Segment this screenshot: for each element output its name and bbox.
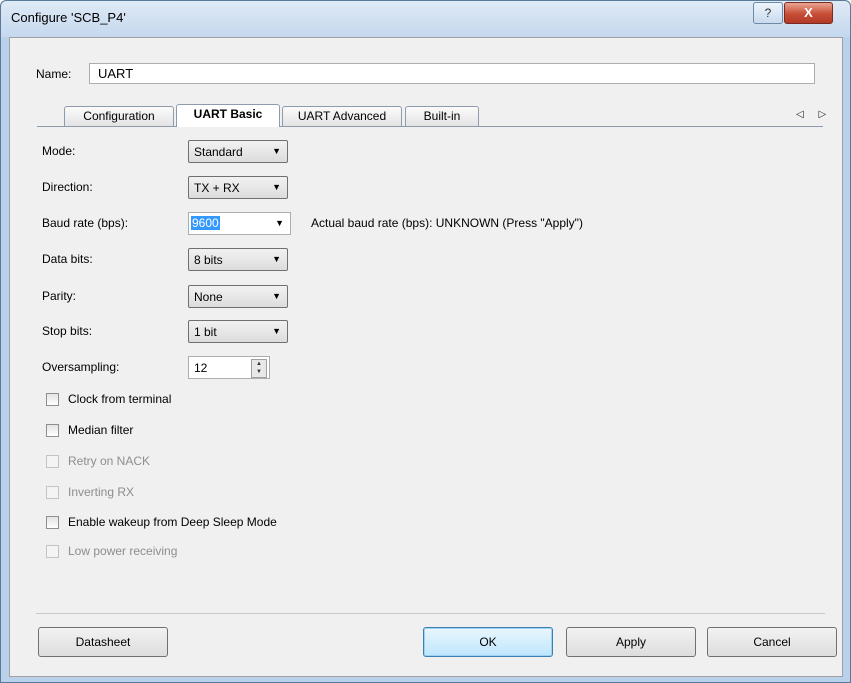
help-button[interactable]: ? [753,2,783,24]
baud-rate-value: 9600 [191,216,220,230]
data-bits-value: 8 bits [194,253,223,267]
actual-baud-rate-text: Actual baud rate (bps): UNKNOWN (Press "… [311,216,583,230]
stop-bits-value: 1 bit [194,325,217,339]
parity-dropdown[interactable]: None ▼ [188,285,288,308]
chevron-down-icon: ▼ [272,146,281,156]
checkbox-label: Enable wakeup from Deep Sleep Mode [68,515,277,529]
close-button[interactable]: X [784,2,833,24]
tab-configuration[interactable]: Configuration [64,106,174,126]
direction-label: Direction: [42,180,93,194]
direction-value: TX + RX [194,181,240,195]
checkbox-box [46,455,59,468]
window-title: Configure 'SCB_P4' [11,10,126,25]
tab-uart-advanced[interactable]: UART Advanced [282,106,402,126]
name-input[interactable]: UART [89,63,815,84]
tab-built-in[interactable]: Built-in [405,106,479,126]
spin-arrows-icon[interactable]: ▲ ▼ [251,359,267,378]
cancel-button[interactable]: Cancel [707,627,837,657]
checkbox-label: Median filter [68,423,134,437]
checkbox-box[interactable] [46,516,59,529]
dialog-window: Configure 'SCB_P4' ? X Name: UART Config… [0,0,851,683]
oversampling-label: Oversampling: [42,360,120,374]
mode-dropdown[interactable]: Standard ▼ [188,140,288,163]
tab-uart-basic[interactable]: UART Basic [176,104,280,127]
footer-separator [36,613,825,614]
chevron-down-icon: ▼ [272,326,281,336]
mode-label: Mode: [42,144,76,158]
oversampling-value: 12 [194,361,208,375]
chevron-down-icon: ▼ [275,218,284,228]
parity-label: Parity: [42,289,77,303]
oversampling-spinbox[interactable]: 12 ▲ ▼ [188,356,270,379]
baud-rate-combobox[interactable]: 9600 ▼ [188,212,291,235]
tab-scroll-arrows-icon[interactable]: ◁ ▷ [796,109,832,120]
checkbox-label: Inverting RX [68,485,135,499]
dialog-client-area: Name: UART Configuration UART Basic UART… [9,37,843,677]
datasheet-button[interactable]: Datasheet [38,627,168,657]
checkbox-box [46,486,59,499]
checkbox-box[interactable] [46,393,59,406]
parity-value: None [194,290,223,304]
checkbox-box[interactable] [46,424,59,437]
baud-rate-label: Baud rate (bps): [42,216,129,230]
checkbox-label: Low power receiving [68,544,178,558]
name-label: Name: [36,67,72,81]
chevron-down-icon: ▼ [272,291,281,301]
checkbox-label: Retry on NACK [68,454,151,468]
apply-button[interactable]: Apply [566,627,696,657]
stop-bits-dropdown[interactable]: 1 bit ▼ [188,320,288,343]
data-bits-dropdown[interactable]: 8 bits ▼ [188,248,288,271]
chevron-down-icon: ▼ [272,182,281,192]
ok-button[interactable]: OK [423,627,553,657]
checkbox-box [46,545,59,558]
title-bar: Configure 'SCB_P4' ? X [1,1,850,37]
mode-value: Standard [194,145,243,159]
data-bits-label: Data bits: [42,252,93,266]
chevron-down-icon: ▼ [272,254,281,264]
stop-bits-label: Stop bits: [42,324,93,338]
checkbox-label: Clock from terminal [68,392,172,406]
direction-dropdown[interactable]: TX + RX ▼ [188,176,288,199]
tab-strip-line [37,126,823,127]
